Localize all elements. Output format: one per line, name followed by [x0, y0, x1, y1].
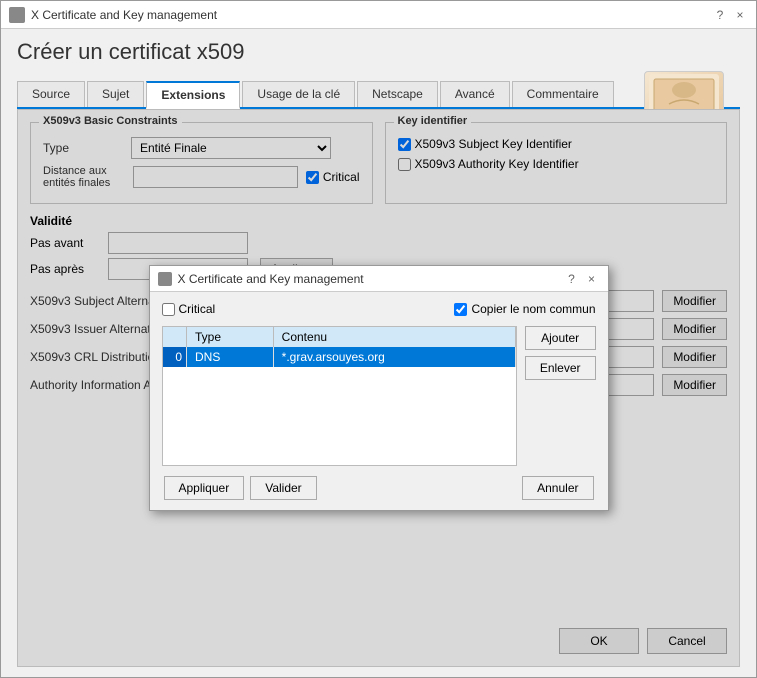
close-button[interactable]: × [732, 7, 748, 23]
dialog-bottom-left: Appliquer Valider [164, 476, 317, 500]
appliquer-btn[interactable]: Appliquer [164, 476, 245, 500]
dialog-close-btn[interactable]: × [584, 271, 600, 287]
annuler-btn[interactable]: Annuler [522, 476, 593, 500]
table-row[interactable]: 0 DNS *.grav.arsouyes.org [163, 347, 516, 367]
valider-btn[interactable]: Valider [250, 476, 316, 500]
dialog-action-btns: Ajouter Enlever [525, 326, 596, 380]
col-type-header: Type [187, 327, 274, 347]
overlay: X Certificate and Key management ? × [18, 110, 739, 666]
tab-sujet[interactable]: Sujet [87, 81, 144, 107]
dialog-critical-checkbox[interactable] [162, 303, 175, 316]
dialog-critical-label: Critical [179, 302, 216, 316]
page-title: Créer un certificat x509 [17, 39, 244, 65]
dialog-table: Type Contenu 0 DNS *.grav.arsouy [163, 327, 516, 367]
dialog-controls: ? × [564, 271, 600, 287]
col-content-header: Contenu [273, 327, 515, 347]
main-window: X Certificate and Key management ? × Cré… [0, 0, 757, 678]
ajouter-btn[interactable]: Ajouter [525, 326, 596, 350]
window-body: Créer un certificat x509 Source Sujet Ex… [1, 29, 756, 677]
app-icon [9, 7, 25, 23]
dialog-options-row: Critical Copier le nom commun [162, 302, 596, 316]
row-type: DNS [187, 347, 274, 367]
tab-avance[interactable]: Avancé [440, 81, 510, 107]
dialog-copy-common-row: Copier le nom commun [454, 302, 595, 316]
tab-source[interactable]: Source [17, 81, 85, 107]
dialog-title-left: X Certificate and Key management [158, 272, 364, 286]
dialog-title-text: X Certificate and Key management [178, 272, 364, 286]
dialog-critical-row: Critical [162, 302, 216, 316]
dialog: X Certificate and Key management ? × [149, 265, 609, 511]
dialog-copy-common-checkbox[interactable] [454, 303, 467, 316]
dialog-title-bar: X Certificate and Key management ? × [150, 266, 608, 292]
dialog-table-wrapper: Type Contenu 0 DNS *.grav.arsouy [162, 326, 517, 466]
dialog-copy-common-label: Copier le nom commun [471, 302, 595, 316]
tab-commentaire[interactable]: Commentaire [512, 81, 614, 107]
help-button[interactable]: ? [712, 7, 728, 23]
row-content: *.grav.arsouyes.org [273, 347, 515, 367]
dialog-help-btn[interactable]: ? [564, 271, 580, 287]
title-bar-left: X Certificate and Key management [9, 7, 217, 23]
title-bar-controls: ? × [712, 7, 748, 23]
window-title: X Certificate and Key management [31, 8, 217, 22]
tabs: Source Sujet Extensions Usage de la clé … [17, 81, 740, 109]
tab-netscape[interactable]: Netscape [357, 81, 438, 107]
dialog-icon [158, 272, 172, 286]
tab-usage-cle[interactable]: Usage de la clé [242, 81, 355, 107]
col-index-header [163, 327, 187, 347]
row-index: 0 [163, 347, 187, 367]
enlever-btn[interactable]: Enlever [525, 356, 596, 380]
dialog-body: Critical Copier le nom commun [150, 292, 608, 510]
tab-extensions[interactable]: Extensions [146, 81, 240, 109]
dialog-bottom-btns: Appliquer Valider Annuler [162, 476, 596, 500]
content-area: X509v3 Basic Constraints Type Entité Fin… [17, 109, 740, 667]
title-bar: X Certificate and Key management ? × [1, 1, 756, 29]
dialog-table-area: Type Contenu 0 DNS *.grav.arsouy [162, 326, 596, 466]
